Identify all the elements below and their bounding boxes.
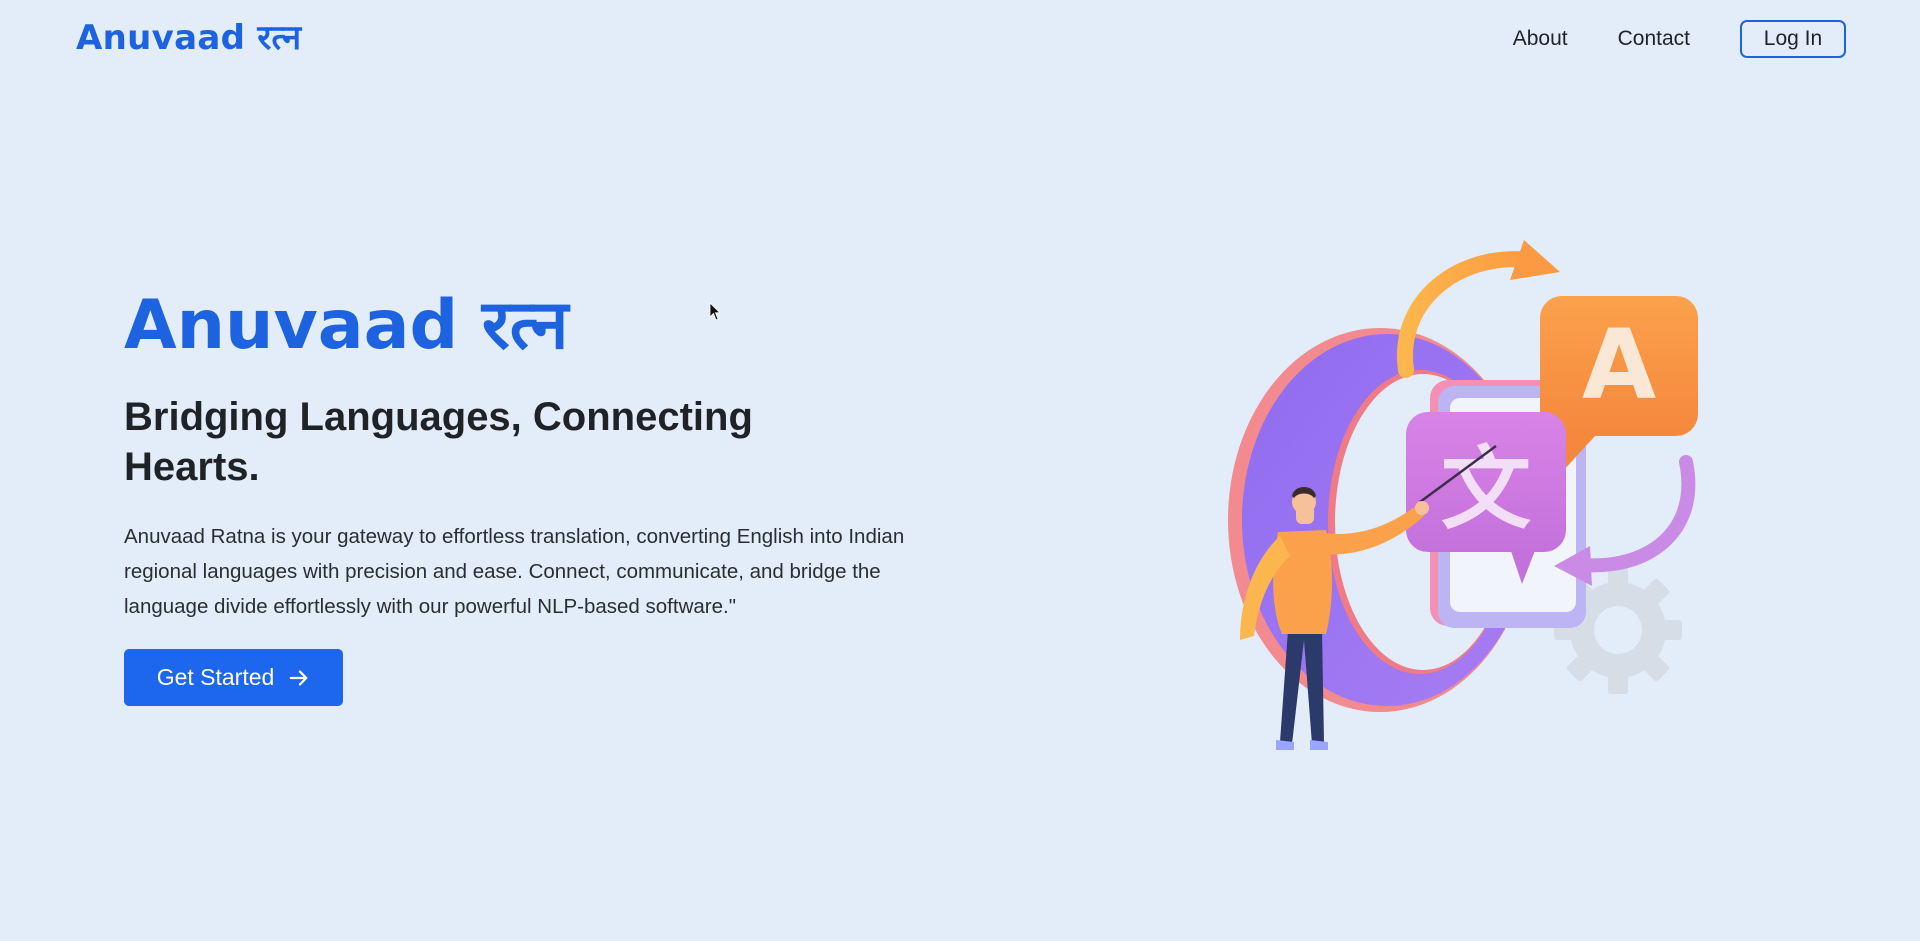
get-started-button[interactable]: Get Started: [124, 649, 343, 706]
arrow-right-icon: [289, 669, 308, 686]
nav-contact-link[interactable]: Contact: [1618, 27, 1690, 51]
nav-links: About Contact Log In: [1513, 20, 1846, 58]
navbar: Anuvaad रत्न About Contact Log In: [0, 0, 1920, 76]
latin-glyph: A: [1582, 309, 1656, 421]
nav-about-link[interactable]: About: [1513, 27, 1568, 51]
brand-logo[interactable]: Anuvaad रत्न: [76, 14, 301, 62]
hero-description: Anuvaad Ratna is your gateway to effortl…: [124, 525, 905, 618]
hero-subtitle: Bridging Languages, Connecting Hearts.: [124, 395, 753, 489]
landing-page: Anuvaad रत्न About Contact Log In Anuvaa…: [0, 0, 1920, 941]
translation-illustration: A 文: [1228, 240, 1698, 750]
get-started-label: Get Started: [156, 664, 275, 690]
login-button[interactable]: Log In: [1740, 20, 1846, 58]
hero-title: Anuvaad रत्न: [124, 286, 569, 365]
mouse-cursor-icon: [709, 302, 721, 321]
